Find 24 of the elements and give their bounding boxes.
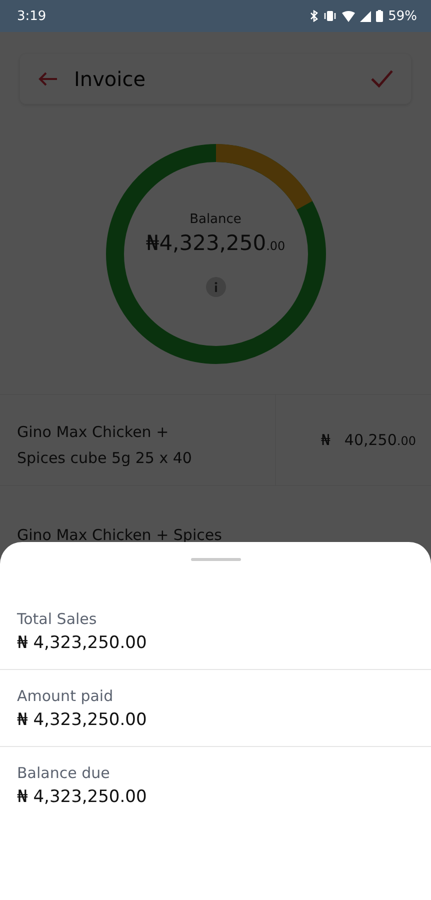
balance-amount: ₦4,323,250.00 bbox=[146, 230, 286, 254]
item-name: Gino Max Chicken + Spices bbox=[16, 525, 223, 544]
summary-label: Balance due bbox=[17, 764, 111, 782]
page-title: Invoice bbox=[74, 67, 147, 91]
currency-symbol: ₦ bbox=[320, 431, 330, 449]
summary-value: ₦ 4,323,250.00 bbox=[17, 787, 148, 807]
item-price: 40,250.00 bbox=[344, 431, 416, 449]
summary-value: ₦ 4,323,250.00 bbox=[17, 710, 148, 730]
status-time: 3:19 bbox=[17, 8, 46, 24]
balance-label: Balance bbox=[190, 212, 242, 226]
checkmark-icon[interactable] bbox=[371, 70, 393, 88]
drag-handle[interactable] bbox=[190, 558, 240, 561]
summary-value: ₦ 4,323,250.00 bbox=[17, 633, 148, 653]
battery-level: 59% bbox=[388, 8, 417, 24]
item-name: Gino Max Chicken + Spices cube 5g 25 x 40 bbox=[16, 422, 193, 469]
back-arrow-icon[interactable] bbox=[38, 71, 58, 87]
info-icon[interactable] bbox=[206, 276, 226, 296]
signal-icon bbox=[360, 10, 372, 22]
bluetooth-icon bbox=[310, 10, 318, 22]
summary-label: Amount paid bbox=[17, 687, 114, 705]
vibrate-icon bbox=[323, 10, 338, 22]
summary-label: Total Sales bbox=[17, 610, 98, 628]
wifi-icon bbox=[342, 10, 356, 22]
battery-icon bbox=[376, 10, 384, 22]
